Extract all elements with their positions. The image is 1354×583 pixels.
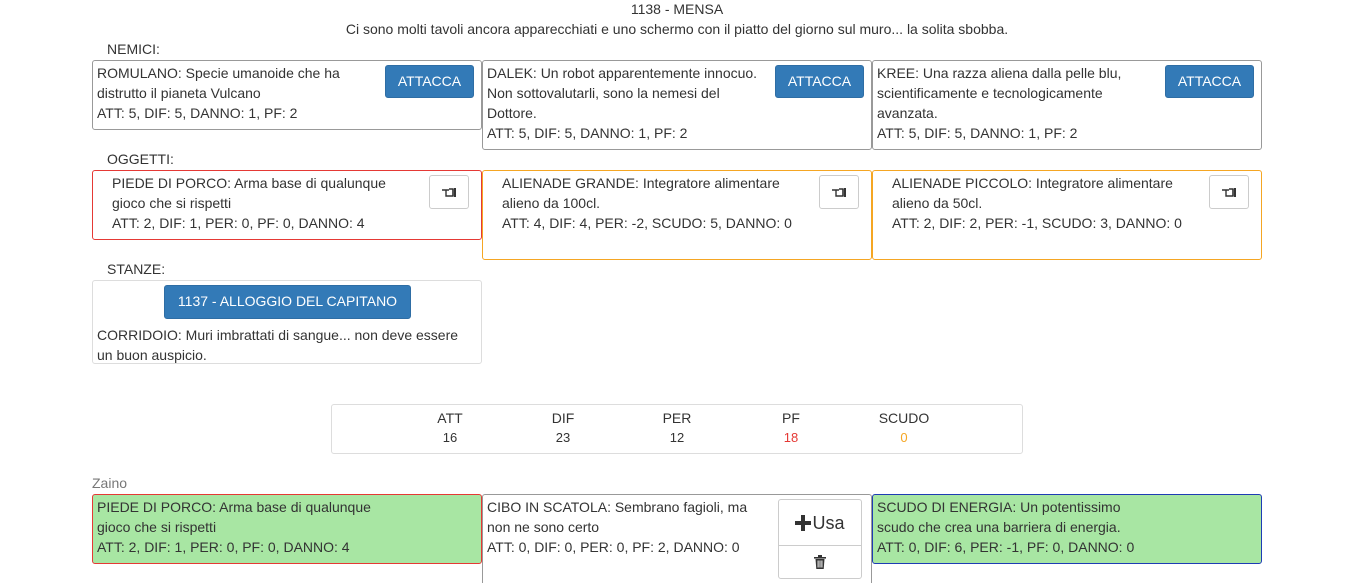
backpack-item-description: PIEDE DI PORCO: Arma base di qualunque g… [97,499,371,535]
stat-value: 12 [669,430,685,445]
stat-label: SCUDO [878,410,930,426]
stat-scudo: SCUDO 0 [864,408,944,448]
object-stats: ATT: 2, DIF: 2, PER: -1, SCUDO: 3, DANNO… [892,215,1182,231]
object-stats: ATT: 2, DIF: 1, PER: 0, PF: 0, DANNO: 4 [112,215,365,231]
use-button[interactable]: Usa [779,500,861,546]
objects-label: OGGETTI: [107,151,174,167]
room-description: Ci sono molti tavoli ancora apparecchiat… [345,21,1009,37]
pickup-button[interactable] [819,175,859,209]
hand-pointer-icon [832,188,846,197]
backpack-item-scudo-di-energia[interactable]: SCUDO DI ENERGIA: Un potentissimo scudo … [872,494,1262,564]
enemy-stats: ATT: 5, DIF: 5, DANNO: 1, PF: 2 [487,125,688,141]
trash-icon [814,555,826,569]
backpack-item-stats: ATT: 0, DIF: 6, PER: -1, PF: 0, DANNO: 0 [877,539,1135,555]
hand-pointer-icon [442,188,456,197]
enemy-description: ROMULANO: Specie umanoide che ha distrut… [97,65,340,101]
discard-button[interactable] [779,546,861,578]
backpack-item-piede-di-porco[interactable]: PIEDE DI PORCO: Arma base di qualunque g… [92,494,482,564]
hand-pointer-icon [1222,188,1236,197]
stat-pf: PF 18 [751,408,831,448]
attack-button-kree[interactable]: ATTACCA [1165,65,1254,98]
pickup-button[interactable] [429,175,469,209]
enemies-label: NEMICI: [107,41,160,57]
enemy-description: DALEK: Un robot apparentemente innocuo. … [487,65,758,121]
object-stats: ATT: 4, DIF: 4, PER: -2, SCUDO: 5, DANNO… [502,215,792,231]
stat-value: 18 [783,430,799,445]
stat-label: PER [662,410,692,426]
stat-label: PF [782,410,800,426]
stat-label: ATT [437,410,463,426]
use-label: Usa [812,512,845,533]
attack-button-romulano[interactable]: ATTACCA [385,65,474,98]
enemy-description: KREE: Una razza aliena dalla pelle blu, … [877,65,1122,121]
stat-value: 16 [442,430,458,445]
go-to-room-button[interactable]: 1137 - ALLOGGIO DEL CAPITANO [164,285,411,319]
enemy-stats: ATT: 5, DIF: 5, DANNO: 1, PF: 2 [97,105,298,121]
room-link-description: CORRIDOIO: Muri imbrattati di sangue... … [97,327,459,363]
enemy-stats: ATT: 5, DIF: 5, DANNO: 1, PF: 2 [877,125,1078,141]
stat-dif: DIF 23 [523,408,603,448]
stat-value: 0 [900,430,908,445]
item-actions: Usa [778,499,862,579]
object-card-piede-di-porco: PIEDE DI PORCO: Arma base di qualunque g… [92,170,482,240]
backpack-item-description: CIBO IN SCATOLA: Sembrano fagioli, ma no… [487,499,748,535]
player-stats-panel: ATT 16 DIF 23 PER 12 PF 18 SCUDO 0 [331,404,1023,454]
pickup-button[interactable] [1209,175,1249,209]
backpack-label: Zaino [92,475,128,491]
rooms-label: STANZE: [107,261,166,277]
backpack-item-stats: ATT: 2, DIF: 1, PER: 0, PF: 0, DANNO: 4 [97,539,350,555]
room-title: 1138 - MENSA [630,1,724,17]
backpack-item-description: SCUDO DI ENERGIA: Un potentissimo scudo … [877,499,1121,535]
object-description: ALIENADE GRANDE: Integratore alimentare … [502,175,780,211]
object-description: ALIENADE PICCOLO: Integratore alimentare… [892,175,1173,211]
stat-label: DIF [551,410,575,426]
stat-att: ATT 16 [410,408,490,448]
object-card-alienade-grande: ALIENADE GRANDE: Integratore alimentare … [482,170,872,260]
stat-value: 23 [555,430,571,445]
plus-icon [795,514,812,531]
attack-button-dalek[interactable]: ATTACCA [775,65,864,98]
object-description: PIEDE DI PORCO: Arma base di qualunque g… [112,175,386,211]
stat-per: PER 12 [637,408,717,448]
object-card-alienade-piccolo: ALIENADE PICCOLO: Integratore alimentare… [872,170,1262,260]
